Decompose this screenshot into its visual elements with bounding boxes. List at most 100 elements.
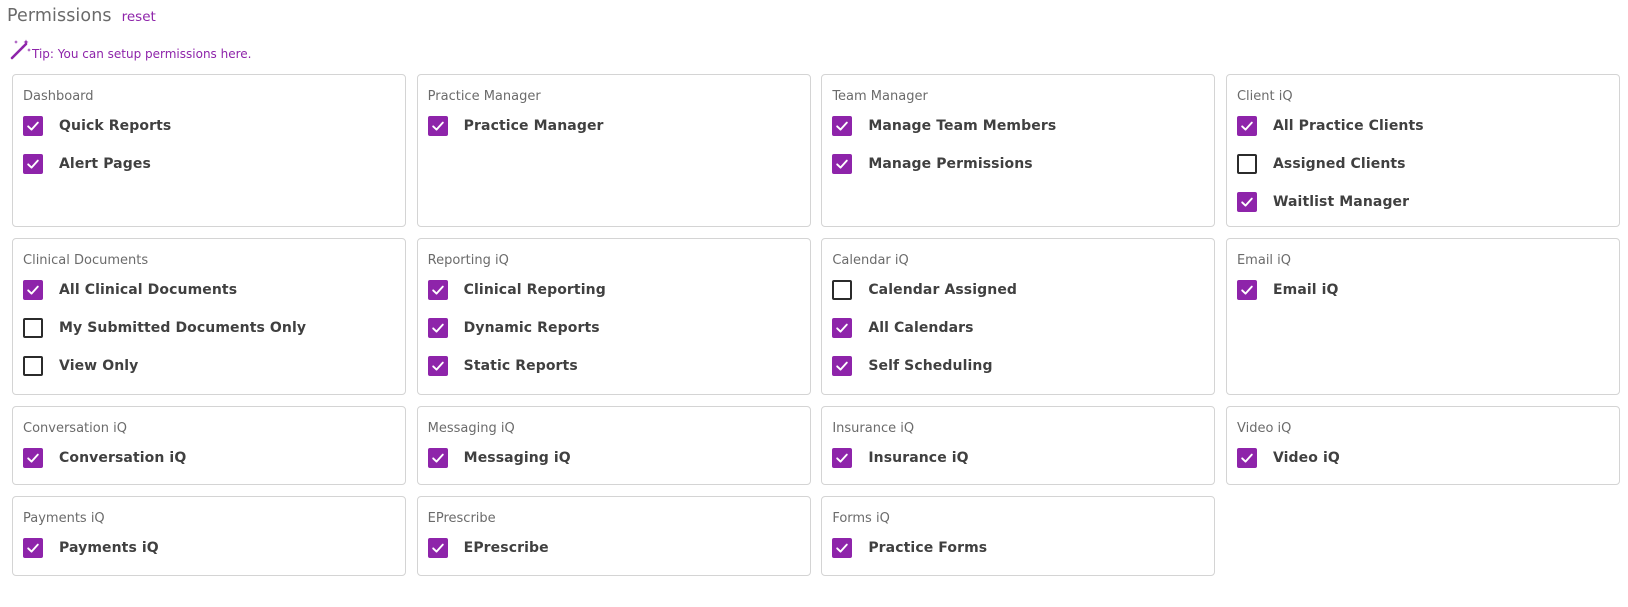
checkmark-icon <box>26 451 40 465</box>
permission-item-dynamic-reports[interactable]: Dynamic Reports <box>428 318 800 338</box>
permission-item-video-iq[interactable]: Video iQ <box>1237 448 1609 468</box>
permission-item-assigned-clients[interactable]: Assigned Clients <box>1237 154 1609 174</box>
checkbox-checked[interactable] <box>1237 116 1257 136</box>
permissions-grid: Dashboard Quick Reports Alert Pages Practic… <box>12 74 1620 576</box>
checkbox-checked[interactable] <box>832 154 852 174</box>
checkbox-checked[interactable] <box>428 116 448 136</box>
permission-card-practice-manager: Practice Manager Practice Manager <box>417 74 811 227</box>
permission-label: All Calendars <box>868 320 973 336</box>
permission-item-quick-reports[interactable]: Quick Reports <box>23 116 395 136</box>
checkmark-icon <box>431 283 445 297</box>
permission-card-email-iq: Email iQEmail iQ <box>1226 238 1620 395</box>
permission-card-dashboard: Dashboard Quick Reports Alert Pages <box>12 74 406 227</box>
permission-label: Self Scheduling <box>868 358 992 374</box>
permission-label: All Practice Clients <box>1273 118 1424 134</box>
checkbox-checked[interactable] <box>23 538 43 558</box>
permission-label: Manage Team Members <box>868 118 1056 134</box>
permission-item-payments-iq[interactable]: Payments iQ <box>23 538 395 558</box>
permission-card-calendar-iq: Calendar iQCalendar AssignedAll Calendar… <box>821 238 1215 395</box>
permission-card-eprescribe: EPrescribeEPrescribe <box>417 496 811 576</box>
permission-item-eprescribe[interactable]: EPrescribe <box>428 538 800 558</box>
checkbox-checked[interactable] <box>1237 280 1257 300</box>
checkbox-checked[interactable] <box>428 280 448 300</box>
permission-item-all-clinical-documents[interactable]: All Clinical Documents <box>23 280 395 300</box>
reset-link[interactable]: reset <box>122 9 156 25</box>
checkbox-checked[interactable] <box>428 356 448 376</box>
permission-label: Practice Forms <box>868 540 987 556</box>
card-title: Messaging iQ <box>428 421 800 436</box>
permission-item-email-iq[interactable]: Email iQ <box>1237 280 1609 300</box>
checkmark-icon <box>835 541 849 555</box>
card-title: Video iQ <box>1237 421 1609 436</box>
checkbox-unchecked[interactable] <box>23 356 43 376</box>
checkmark-icon <box>1240 451 1254 465</box>
permission-item-insurance-iq[interactable]: Insurance iQ <box>832 448 1204 468</box>
checkbox-checked[interactable] <box>832 318 852 338</box>
permission-label: EPrescribe <box>464 540 549 556</box>
permission-item-manage-team-members[interactable]: Manage Team Members <box>832 116 1204 136</box>
permission-card-payments-iq: Payments iQ Payments iQ <box>12 496 406 576</box>
checkbox-checked[interactable] <box>23 448 43 468</box>
page-title: Permissions <box>7 6 112 26</box>
permission-item-all-calendars[interactable]: All Calendars <box>832 318 1204 338</box>
permission-card-conversation-iq: Conversation iQ Conversation iQ <box>12 406 406 485</box>
permission-item-manage-permissions[interactable]: Manage Permissions <box>832 154 1204 174</box>
card-title: Dashboard <box>23 89 395 104</box>
permission-item-messaging-iq[interactable]: Messaging iQ <box>428 448 800 468</box>
card-title: Forms iQ <box>832 511 1204 526</box>
checkbox-checked[interactable] <box>23 154 43 174</box>
checkbox-checked[interactable] <box>832 116 852 136</box>
checkbox-unchecked[interactable] <box>23 318 43 338</box>
permission-card-video-iq: Video iQ Video iQ <box>1226 406 1620 485</box>
checkbox-checked[interactable] <box>23 116 43 136</box>
checkbox-checked[interactable] <box>832 356 852 376</box>
checkmark-icon <box>835 451 849 465</box>
card-title: Team Manager <box>832 89 1204 104</box>
checkbox-checked[interactable] <box>1237 192 1257 212</box>
permission-item-calendar-assigned[interactable]: Calendar Assigned <box>832 280 1204 300</box>
permission-item-static-reports[interactable]: Static Reports <box>428 356 800 376</box>
checkmark-icon <box>26 283 40 297</box>
checkbox-checked[interactable] <box>428 538 448 558</box>
permission-item-all-practice-clients[interactable]: All Practice Clients <box>1237 116 1609 136</box>
checkmark-icon <box>26 541 40 555</box>
checkmark-icon <box>431 541 445 555</box>
magic-wand-icon <box>8 38 32 62</box>
card-title: Practice Manager <box>428 89 800 104</box>
card-title: Payments iQ <box>23 511 395 526</box>
permission-item-my-submitted-documents-only[interactable]: My Submitted Documents Only <box>23 318 395 338</box>
card-title: Clinical Documents <box>23 253 395 268</box>
permission-label: Practice Manager <box>464 118 604 134</box>
checkbox-checked[interactable] <box>23 280 43 300</box>
checkbox-checked[interactable] <box>832 538 852 558</box>
checkbox-unchecked[interactable] <box>1237 154 1257 174</box>
card-title: Conversation iQ <box>23 421 395 436</box>
permission-card-insurance-iq: Insurance iQ Insurance iQ <box>821 406 1215 485</box>
permission-label: Conversation iQ <box>59 450 186 466</box>
permission-item-self-scheduling[interactable]: Self Scheduling <box>832 356 1204 376</box>
card-title: Insurance iQ <box>832 421 1204 436</box>
permission-item-waitlist-manager[interactable]: Waitlist Manager <box>1237 192 1609 212</box>
permission-item-view-only[interactable]: View Only <box>23 356 395 376</box>
permission-label: My Submitted Documents Only <box>59 320 306 336</box>
page-header: Permissions reset <box>7 6 156 30</box>
checkbox-checked[interactable] <box>428 318 448 338</box>
checkmark-icon <box>26 119 40 133</box>
permission-item-practice-manager[interactable]: Practice Manager <box>428 116 800 136</box>
permission-label: Video iQ <box>1273 450 1340 466</box>
permission-label: Dynamic Reports <box>464 320 600 336</box>
checkmark-icon <box>835 119 849 133</box>
permission-label: Manage Permissions <box>868 156 1032 172</box>
permission-label: Calendar Assigned <box>868 282 1017 298</box>
permission-card-forms-iq: Forms iQ Practice Forms <box>821 496 1215 576</box>
permission-item-alert-pages[interactable]: Alert Pages <box>23 154 395 174</box>
permission-item-practice-forms[interactable]: Practice Forms <box>832 538 1204 558</box>
checkbox-checked[interactable] <box>1237 448 1257 468</box>
checkbox-checked[interactable] <box>428 448 448 468</box>
permission-item-clinical-reporting[interactable]: Clinical Reporting <box>428 280 800 300</box>
permission-label: Alert Pages <box>59 156 151 172</box>
permission-item-conversation-iq[interactable]: Conversation iQ <box>23 448 395 468</box>
checkmark-icon <box>431 359 445 373</box>
checkbox-checked[interactable] <box>832 448 852 468</box>
checkbox-unchecked[interactable] <box>832 280 852 300</box>
